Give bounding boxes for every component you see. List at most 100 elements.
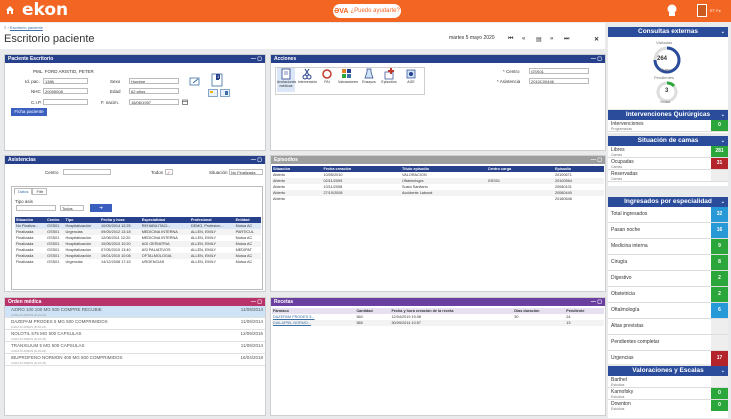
center-filter-select[interactable] <box>63 169 111 175</box>
list-icon[interactable]: ▤ <box>536 36 542 43</box>
tab-filtr[interactable]: Filtr <box>32 188 48 195</box>
surgery-card: Intervenciones Quirúrgicas ⌄ Intervencion… <box>608 110 728 133</box>
external-consults-header[interactable]: Consultas externas ⌄ <box>608 27 728 37</box>
recipes-panel: Recetas — ▢ Fármaco Cantidad Fecha y hora… <box>270 297 606 416</box>
beds-free-row[interactable]: Libres Camas 281 <box>608 146 728 158</box>
patient-panel: Paciente Escritorio — ▢ PML. FORD ARISTID… <box>4 54 266 151</box>
pai-action[interactable]: PAI <box>318 68 336 92</box>
pending-complete-row[interactable]: Pendientes completar <box>608 335 728 351</box>
breadcrumb-link[interactable]: Escritorio paciente <box>10 25 43 30</box>
center-field[interactable]: GSS01 <box>529 68 589 74</box>
beds-header[interactable]: Situación de camas ⌄ <box>608 136 728 146</box>
planned-discharge-row[interactable]: Altas previstas <box>608 319 728 335</box>
type-select[interactable] <box>16 205 56 211</box>
table-row[interactable]: DIALAPRIL NORMO... 565 30/09/2014 10:57 13 <box>272 320 604 326</box>
center-label: * Centro <box>503 69 520 74</box>
list-item[interactable]: AZIRO 100 100 MG 500 COMPRE RECUBIE CADA … <box>5 306 265 318</box>
home-icon[interactable] <box>5 5 15 15</box>
beds-occupied-row[interactable]: Ocupadas Camas 31 <box>608 158 728 170</box>
help-button[interactable]: ƏVA ¿Puedo ayudarte? <box>333 4 401 18</box>
id-field[interactable]: 1386 <box>43 78 88 84</box>
calendar-icon[interactable] <box>182 99 188 105</box>
all-checkbox[interactable]: ✓ <box>165 169 173 175</box>
medical-notes-action[interactable]: Anotaciones médicas <box>277 68 296 92</box>
menu-toggle[interactable]: ≡ › <box>4 25 9 30</box>
specialty-card: Ingresados por especialidad ⌄ Total ingre… <box>608 197 728 367</box>
pending-sub: Visitas <box>660 100 671 104</box>
intervention-action[interactable]: Intervención <box>298 68 317 92</box>
total-row[interactable]: Total ingresados 32 <box>608 207 728 223</box>
id-card-icon[interactable] <box>220 89 230 97</box>
tab-datos[interactable]: Datos <box>14 188 33 195</box>
birth-field[interactable]: 18/06/1957 <box>129 99 179 105</box>
doc-badge: 1 <box>216 74 221 79</box>
user-name: ET Fe <box>710 8 721 13</box>
assistances-panel: Asistencias — ▢ Centro Todos ✓ Situación … <box>4 155 266 292</box>
assistances-table: Situación Centro Tipo Fecha y hora Espec… <box>15 217 261 265</box>
downton-row[interactable]: Downton Estudios 0 <box>608 400 728 412</box>
close-icon[interactable]: ✕ <box>594 36 599 43</box>
assistance-label: * Asistencia <box>497 79 521 84</box>
edit-icon[interactable] <box>189 77 201 87</box>
assistance-field[interactable]: 2010C00446 <box>529 78 589 84</box>
list-item[interactable]: DAZEPAM PRODES 5 MG 500 COMPRIMIDOS CADA … <box>5 318 265 330</box>
current-date: martes 5 mayo 2020 <box>449 35 495 41</box>
emergency-row[interactable]: Urgencias 17 <box>608 351 728 367</box>
type-value-select[interactable]: Todos <box>60 205 84 211</box>
first-icon[interactable]: ⏮ <box>508 36 513 43</box>
karnofsky-row[interactable]: Karnofsky Estudios 0 <box>608 388 728 400</box>
cip-field[interactable] <box>43 99 88 105</box>
assessments-action[interactable]: Valoraciones <box>338 68 358 92</box>
ekon-logo: ekon <box>22 0 69 20</box>
assistances-tabs: Datos Filtr <box>14 188 48 195</box>
list-item[interactable]: TRANXILIUM 5 MG 500 CAPSULAS CADA 8 HORAS… <box>5 342 265 354</box>
patient-file-button[interactable]: Ficha paciente <box>11 108 47 116</box>
lifebuoy-icon <box>322 69 332 79</box>
beds-reserved-row[interactable]: Reservadas Camas <box>608 170 728 182</box>
avatar[interactable] <box>697 4 707 17</box>
card-icon[interactable] <box>208 89 218 97</box>
notification-icon[interactable] <box>666 3 678 18</box>
actions-panel-header: Acciones — ▢ <box>271 55 605 63</box>
obstetrics-row[interactable]: Obstetricia 2 <box>608 287 728 303</box>
flask-icon <box>364 68 374 79</box>
help-icon: ƏVA <box>334 7 349 15</box>
episodes-action[interactable]: Episodios <box>380 68 398 92</box>
id-label: Id. pac. <box>25 79 40 84</box>
ophthalmology-row[interactable]: Oftalmología 6 <box>608 303 728 319</box>
situation-select[interactable]: No Finalizada <box>229 169 263 175</box>
surgery-header[interactable]: Intervenciones Quirúrgicas ⌄ <box>608 110 728 120</box>
internal-medicine-row[interactable]: Medicina interna 9 <box>608 239 728 255</box>
notes-icon <box>281 68 291 80</box>
digestive-row[interactable]: Digestivo 2 <box>608 271 728 287</box>
episodes-panel-header: Episodios — ▢ <box>271 156 605 164</box>
table-row[interactable]: Finalizada GSS01 Urgencias 14/12/2008 17:15… <box>15 259 261 265</box>
night-row[interactable]: Pasan noche 16 <box>608 223 728 239</box>
age-field[interactable]: 62 años <box>129 88 179 94</box>
search-button[interactable]: ➜ <box>90 204 112 212</box>
breadcrumb: ≡ › Escritorio paciente <box>4 25 43 30</box>
table-row[interactable]: Abierto 20180646 <box>272 196 604 202</box>
orders-panel: Orden médica — ▢ AZIRO 100 100 MG 500 COM… <box>4 297 266 416</box>
episodes-table: Situación Fecha creación Título episodio… <box>272 166 604 202</box>
prev-icon[interactable]: « <box>522 36 525 42</box>
assistances-subpanel: Datos Filtr Tipo asis Todos ➜ Situación C… <box>11 186 263 290</box>
barthel-row[interactable]: Barthel Estudios <box>608 376 728 388</box>
specialty-header[interactable]: Ingresados por especialidad ⌄ <box>608 197 728 207</box>
list-item[interactable]: IBUPROFENO NORMON 400 MG 500 COMPRIMIDOS… <box>5 354 265 366</box>
scales-header[interactable]: Valoraciones y Escalas ⌄ <box>608 366 728 376</box>
list-item[interactable]: NOLOTIL 575 MG 500 CAPSULAS CADA 8 HORAS … <box>5 330 265 342</box>
sex-field[interactable]: Hombre <box>129 78 179 84</box>
trials-action[interactable]: Ensayos <box>360 68 378 92</box>
last-icon[interactable]: ⏭ <box>564 36 569 43</box>
age-action[interactable]: AGE <box>402 68 420 92</box>
nhc-field[interactable]: 20095008 <box>43 88 88 94</box>
actions-toolbar: Anotaciones médicas Intervención PAI Val… <box>275 67 425 95</box>
birth-label: F. nacim. <box>101 100 120 105</box>
surgery-specialty-row[interactable]: Cirugía 8 <box>608 255 728 271</box>
surgery-row[interactable]: Intervenciones Programadas 0 <box>608 120 728 132</box>
all-label: Todos <box>151 170 164 175</box>
next-icon[interactable]: » <box>550 36 553 42</box>
cip-label: C.I.P. <box>31 100 42 105</box>
assessments-icon <box>342 69 351 78</box>
